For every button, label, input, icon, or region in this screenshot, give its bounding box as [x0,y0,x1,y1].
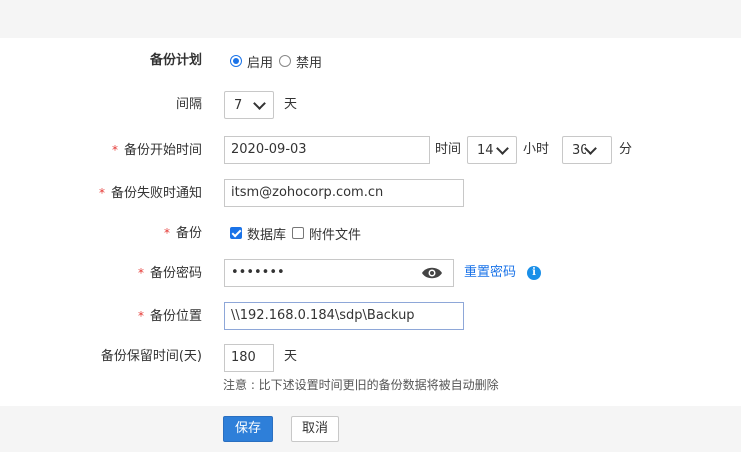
row-backup-password: * 备份密码 ••••••• 重置密码 i [0,258,741,288]
backup-label-text: 备份 [175,226,202,241]
minute-unit: 分 [619,142,633,157]
hour-unit: 小时 [523,142,550,157]
eye-icon[interactable] [421,266,443,280]
row-backup-schedule: 备份计划 启用 禁用 [0,46,741,76]
interval-select[interactable]: 7 [224,91,274,119]
row-failure-notify: * 备份失败时通知 itsm@zohocorp.com.cn [0,178,741,208]
schedule-disable-label[interactable]: 禁用 [296,52,322,71]
interval-value: 7 [234,97,243,113]
row-interval: 间隔 7 天 [0,90,741,120]
chevron-down-icon [253,96,266,110]
minute-value: 30 [572,142,586,158]
required-marker: * [111,143,118,157]
database-label[interactable]: 数据库 [247,224,286,243]
schedule-enable-radio[interactable] [230,55,242,67]
row-start-time: * 备份开始时间 2020-09-03 时间 14 小时 30 分 [0,135,741,165]
password-value: ••••••• [231,265,285,280]
retention-input[interactable]: 180 [224,344,274,372]
row-backup-content: * 备份 数据库 附件文件 [0,218,741,248]
hour-value: 14 [477,142,494,158]
info-icon[interactable]: i [527,266,541,280]
row-backup-location: * 备份位置 \\192.168.0.184\sdp\Backup [0,301,741,331]
attachments-label[interactable]: 附件文件 [309,224,361,243]
schedule-enable-label[interactable]: 启用 [247,52,273,71]
footer-bar [0,406,741,452]
required-marker: * [163,226,170,240]
failure-email-input[interactable]: itsm@zohocorp.com.cn [224,179,464,207]
chevron-down-icon [584,141,597,155]
database-checkbox[interactable] [230,227,242,239]
backup-label: * 备份 [164,218,202,248]
start-time-label: * 备份开始时间 [112,135,202,165]
retention-label: 备份保留时间(天) [100,349,202,364]
backup-location-input[interactable]: \\192.168.0.184\sdp\Backup [224,302,464,330]
start-date-input[interactable]: 2020-09-03 [224,136,430,164]
retention-unit: 天 [284,349,298,364]
password-label: * 备份密码 [138,258,202,288]
failure-notify-label-text: 备份失败时通知 [110,186,202,201]
required-marker: * [137,266,144,280]
time-label: 时间 [435,142,462,157]
failure-notify-label: * 备份失败时通知 [99,178,202,208]
row-retention: 备份保留时间(天) 180 天 [0,342,741,372]
schedule-disable-radio[interactable] [279,55,292,67]
hour-select[interactable]: 14 [467,136,517,164]
location-label: * 备份位置 [138,301,202,331]
schedule-options: 启用 禁用 [230,46,328,76]
backup-options: 数据库 附件文件 [230,218,367,248]
backup-schedule-label: 备份计划 [149,53,202,68]
start-time-label-text: 备份开始时间 [123,143,202,158]
interval-unit: 天 [284,97,298,112]
required-marker: * [137,309,144,323]
chevron-down-icon [496,141,509,155]
minute-select[interactable]: 30 [562,136,612,164]
password-label-text: 备份密码 [149,266,202,281]
interval-label: 间隔 [175,97,202,112]
top-bar [0,0,741,38]
cancel-button[interactable]: 取消 [291,416,339,442]
location-label-text: 备份位置 [149,309,202,324]
save-button[interactable]: 保存 [223,416,273,442]
reset-password-link[interactable]: 重置密码 [464,258,516,288]
required-marker: * [98,186,105,200]
password-input[interactable]: ••••••• [224,259,454,287]
attachments-checkbox[interactable] [292,227,305,239]
retention-note: 注意 : 比下述设置时间更旧的备份数据将被自动删除 [223,378,499,392]
